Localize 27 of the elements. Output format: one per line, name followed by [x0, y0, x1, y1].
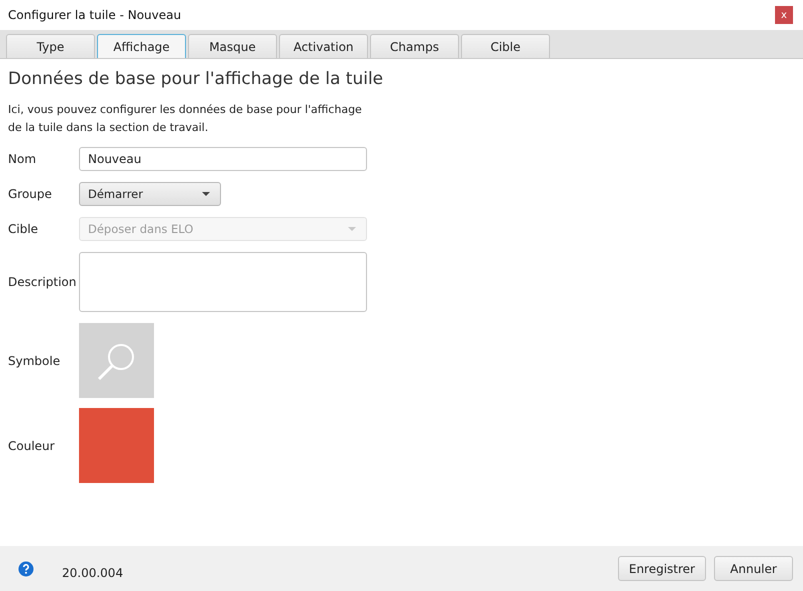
tab[interactable]: Affichage — [97, 34, 186, 58]
section-heading: Données de base pour l'affichage de la tuile — [8, 69, 384, 89]
symbol-tile[interactable] — [79, 323, 154, 398]
caret-icon — [348, 227, 356, 231]
version-text: 20.00.004 — [62, 564, 124, 580]
field-label: Couleur — [8, 438, 56, 452]
field-label: Groupe — [8, 187, 53, 201]
description-field[interactable] — [79, 252, 367, 312]
footer-button[interactable]: Enregistrer — [618, 556, 706, 581]
name-field[interactable]: Nouveau — [79, 147, 367, 171]
dropdown[interactable]: Démarrer — [79, 182, 221, 206]
caret-icon — [202, 192, 210, 196]
field-label: Description — [8, 275, 78, 289]
tab[interactable]: Type — [6, 34, 95, 58]
color-swatch[interactable] — [79, 408, 154, 483]
footer-button[interactable]: Annuler — [714, 556, 793, 581]
help-icon[interactable] — [18, 560, 34, 576]
tab[interactable]: Champs — [370, 34, 459, 58]
tab[interactable]: Activation — [279, 34, 368, 58]
field-label: Nom — [8, 152, 38, 166]
field-label: Cible — [8, 222, 40, 236]
tab[interactable]: Cible — [461, 34, 550, 58]
field-label: Symbole — [8, 354, 62, 368]
window-title: Configurer la tuile - Nouveau — [8, 8, 182, 22]
intro-text: Ici, vous pouvez configurer les données de base pour l'affichage de la tuile dans la section de travail. — [8, 102, 363, 136]
close-button[interactable]: x — [775, 6, 793, 24]
tab[interactable]: Masque — [188, 34, 277, 58]
